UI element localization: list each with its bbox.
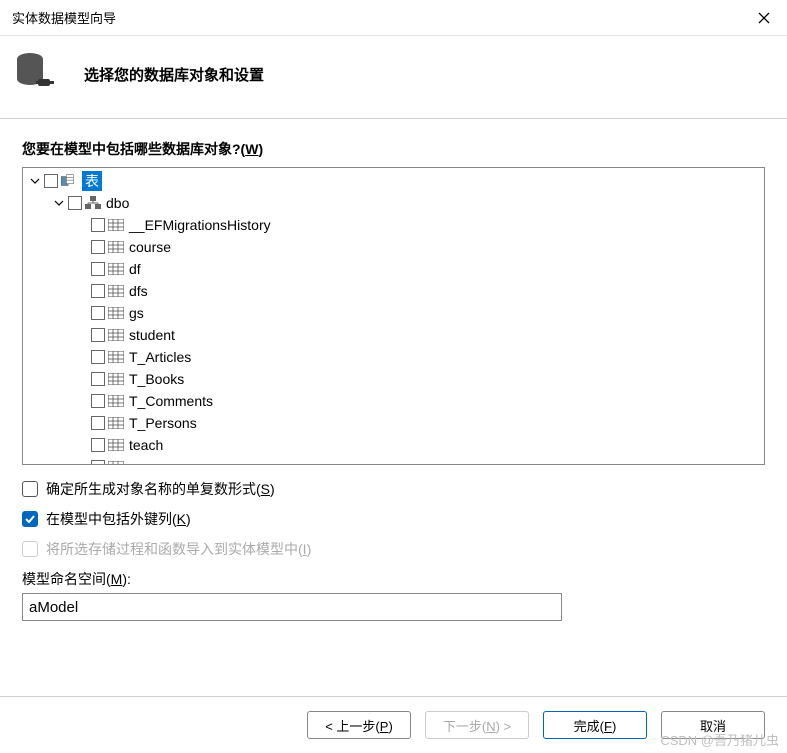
object-tree[interactable]: 表 dbo __EFMigrationsHistorycourse df dfs gs… [22, 167, 765, 465]
table-icon [108, 306, 124, 320]
table-icon [108, 460, 124, 464]
option-pluralize[interactable]: 确定所生成对象名称的单复数形式(S) [22, 479, 765, 499]
cancel-button[interactable]: 取消 [661, 711, 765, 739]
tree-node-table[interactable]: T_Persons [23, 412, 764, 434]
tree-node-table[interactable]: df [23, 258, 764, 280]
option-label: 将所选存储过程和函数导入到实体模型中(I) [46, 539, 311, 559]
table-icon [108, 262, 124, 276]
chevron-down-icon[interactable] [53, 197, 65, 209]
tree-label: __EFMigrationsHistory [129, 217, 271, 233]
tree-node-schema[interactable]: dbo [23, 192, 764, 214]
tree-node-table[interactable]: T_Comments [23, 390, 764, 412]
checkbox[interactable] [91, 262, 105, 276]
tree-label: T_Books [129, 371, 184, 387]
option-label: 在模型中包括外键列(K) [46, 509, 191, 529]
content-area: 您要在模型中包括哪些数据库对象?(W) 表 [0, 119, 787, 631]
table-icon [108, 416, 124, 430]
checkbox[interactable] [91, 394, 105, 408]
tree-node-table[interactable]: dfs [23, 280, 764, 302]
options-section: 确定所生成对象名称的单复数形式(S) 在模型中包括外键列(K) 将所选存储过程和… [22, 479, 765, 559]
checkbox-checked[interactable] [22, 511, 38, 527]
close-button[interactable] [753, 7, 775, 29]
option-foreign-keys[interactable]: 在模型中包括外键列(K) [22, 509, 765, 529]
tree-node-table[interactable]: student [23, 324, 764, 346]
tree-label: teach [129, 437, 163, 453]
checkbox[interactable] [91, 306, 105, 320]
tree-label: T_Persons [129, 415, 197, 431]
tree-label: T_Comments [129, 393, 213, 409]
prev-button[interactable]: < 上一步(P) [307, 711, 411, 739]
tree-node-table[interactable]: teach [23, 434, 764, 456]
check-icon [24, 513, 36, 525]
titlebar: 实体数据模型向导 [0, 0, 787, 36]
tree-label: T_Articles [129, 349, 191, 365]
tree-scroll[interactable]: 表 dbo __EFMigrationsHistorycourse df dfs gs… [23, 168, 764, 464]
checkbox[interactable] [91, 218, 105, 232]
checkbox[interactable] [91, 240, 105, 254]
table-icon [108, 218, 124, 232]
checkbox[interactable] [91, 284, 105, 298]
table-icon [108, 240, 124, 254]
chevron-down-icon[interactable] [29, 175, 41, 187]
namespace-input[interactable] [22, 593, 562, 621]
checkbox[interactable] [91, 328, 105, 342]
footer-buttons: < 上一步(P) 下一步(N) > 完成(F) 取消 [0, 696, 787, 753]
tree-label: users [129, 459, 163, 464]
window-title: 实体数据模型向导 [12, 8, 116, 27]
checkbox[interactable] [44, 174, 58, 188]
table-icon [108, 350, 124, 364]
checkbox[interactable] [22, 481, 38, 497]
tree-node-table[interactable]: users [23, 456, 764, 464]
checkbox[interactable] [91, 438, 105, 452]
checkbox[interactable] [91, 350, 105, 364]
schema-icon [85, 196, 101, 210]
tree-label: course [129, 239, 171, 255]
checkbox[interactable] [91, 416, 105, 430]
tables-icon [61, 174, 77, 188]
table-icon [108, 394, 124, 408]
namespace-label: 模型命名空间(M): [22, 569, 765, 589]
close-icon [758, 12, 770, 24]
table-icon [108, 372, 124, 386]
table-icon [108, 328, 124, 342]
tree-node-tables[interactable]: 表 [23, 170, 764, 192]
tree-label: student [129, 327, 175, 343]
table-icon [108, 438, 124, 452]
tree-node-table[interactable]: __EFMigrationsHistory [23, 214, 764, 236]
option-stored-procs: 将所选存储过程和函数导入到实体模型中(I) [22, 539, 765, 559]
option-label: 确定所生成对象名称的单复数形式(S) [46, 479, 275, 499]
finish-button[interactable]: 完成(F) [543, 711, 647, 739]
header-section: 选择您的数据库对象和设置 [0, 36, 787, 119]
checkbox[interactable] [68, 196, 82, 210]
tree-node-table[interactable]: gs [23, 302, 764, 324]
tree-node-table[interactable]: T_Articles [23, 346, 764, 368]
tree-node-table[interactable]: course [23, 236, 764, 258]
table-icon [108, 284, 124, 298]
tree-label: 表 [82, 171, 102, 191]
next-button: 下一步(N) > [425, 711, 529, 739]
header-title: 选择您的数据库对象和设置 [84, 64, 264, 85]
namespace-section: 模型命名空间(M): [22, 569, 765, 621]
database-icon [16, 52, 56, 96]
checkbox[interactable] [91, 460, 105, 464]
tree-label: dbo [106, 195, 129, 211]
tree-label: gs [129, 305, 144, 321]
tree-label: df [129, 261, 141, 277]
prompt-label: 您要在模型中包括哪些数据库对象?(W) [22, 139, 765, 159]
tree-label: dfs [129, 283, 148, 299]
tree-node-table[interactable]: T_Books [23, 368, 764, 390]
checkbox-disabled [22, 541, 38, 557]
checkbox[interactable] [91, 372, 105, 386]
